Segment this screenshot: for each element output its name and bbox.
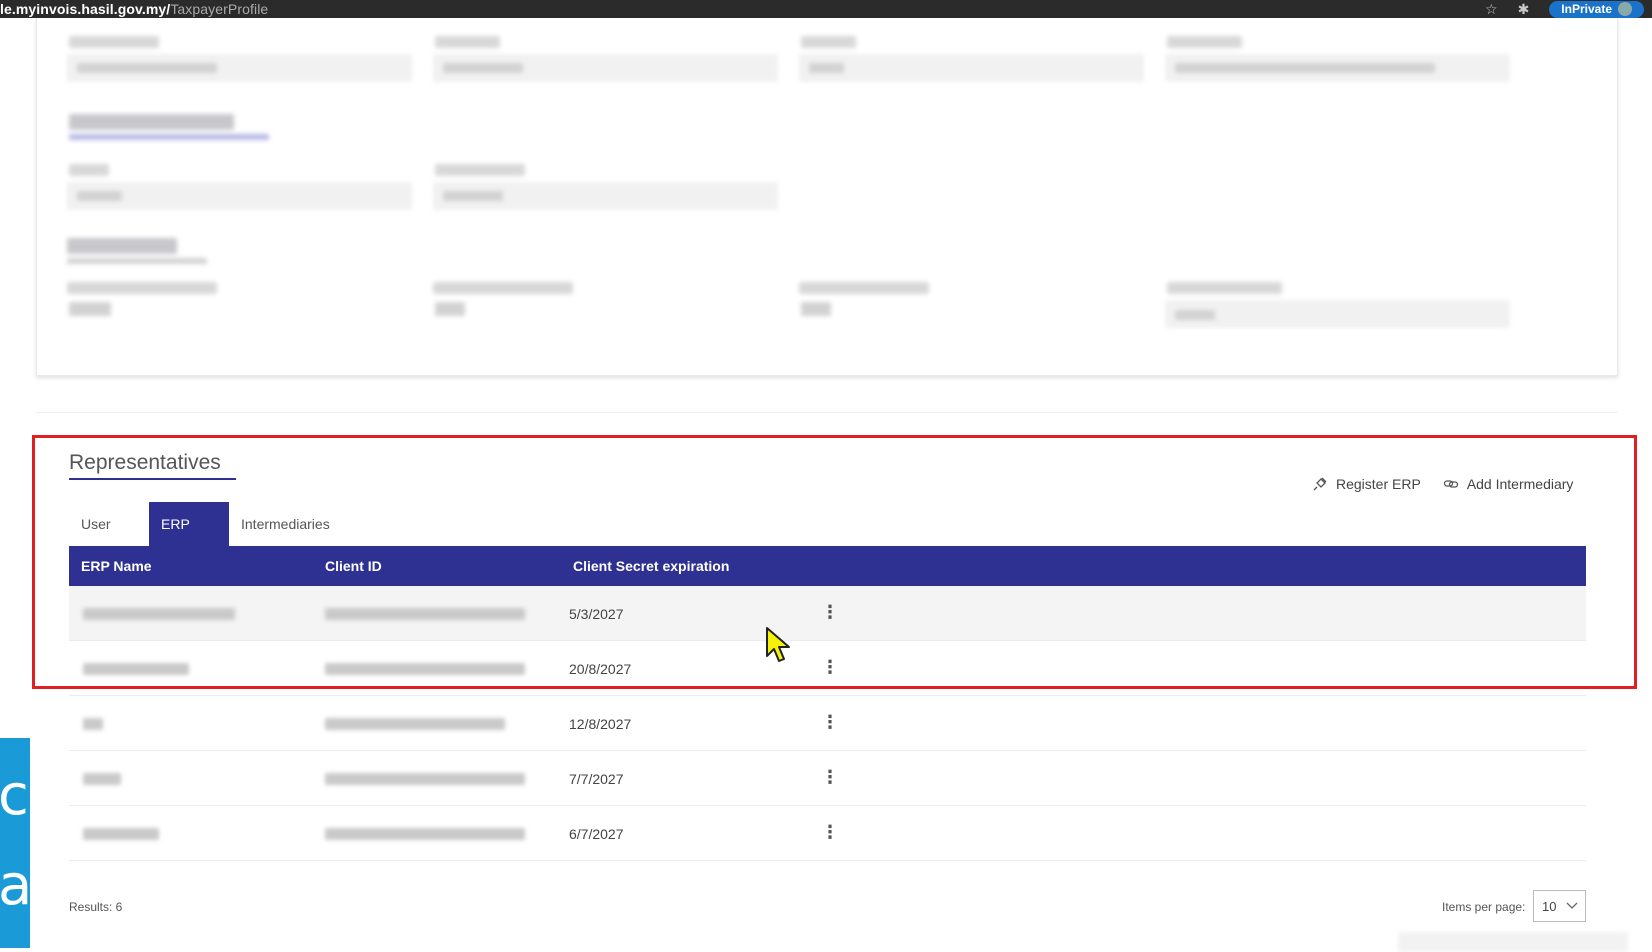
representatives-title-underline: [69, 478, 236, 480]
erp-table: ERP Name Client ID Client Secret expirat…: [69, 546, 1586, 861]
results-count: Results: 6: [69, 900, 123, 914]
tab-intermediaries[interactable]: Intermediaries: [229, 502, 349, 546]
expiration-cell: 20/8/2027: [569, 661, 632, 677]
representatives-title: Representatives: [69, 451, 221, 474]
items-per-page-value: 10: [1542, 898, 1557, 914]
blurred-value: [435, 302, 465, 316]
blurred-value: [801, 302, 831, 316]
expiration-cell: 5/3/2027: [569, 606, 624, 622]
left-accent-strip: c a: [0, 738, 30, 948]
table-row[interactable]: 12/8/2027 ⋮: [69, 696, 1586, 751]
profile-avatar-icon: [1618, 2, 1632, 16]
header-client-secret-expiration[interactable]: Client Secret expiration: [573, 558, 729, 574]
expiration-cell: 12/8/2027: [569, 716, 632, 732]
blurred-label: [69, 36, 159, 48]
blurred-label: [69, 164, 109, 176]
blurred-value: [77, 63, 217, 73]
table-row[interactable]: 5/3/2027 ⋮: [69, 586, 1586, 641]
header-client-id[interactable]: Client ID: [325, 558, 382, 574]
erp-name-cell: [83, 663, 189, 675]
row-menu-icon[interactable]: ⋮: [821, 603, 839, 621]
erp-name-cell: [83, 773, 121, 785]
blurred-label: [67, 282, 217, 294]
header-erp-name[interactable]: ERP Name: [81, 558, 152, 574]
mouse-cursor-icon: [766, 627, 790, 662]
tab-user[interactable]: User: [69, 502, 149, 546]
row-menu-icon[interactable]: ⋮: [821, 713, 839, 731]
blurred-footer-element: [1398, 932, 1628, 952]
erp-name-cell: [83, 828, 159, 840]
tab-erp[interactable]: ERP: [149, 502, 229, 546]
blurred-value: [443, 63, 523, 73]
blurred-label: [801, 36, 856, 48]
accent-letter-a: a: [0, 853, 30, 918]
client-id-cell: [325, 773, 525, 785]
plug-icon: [1313, 477, 1327, 491]
representatives-tabs: User ERP Intermediaries: [69, 502, 349, 546]
url-host: le.myinvois.hasil.gov.my/: [0, 1, 171, 17]
erp-name-cell: [83, 718, 103, 730]
blurred-label: [1167, 282, 1282, 294]
blurred-label: [435, 36, 500, 48]
register-erp-label: Register ERP: [1336, 476, 1421, 492]
client-id-cell: [325, 608, 525, 620]
inprivate-badge[interactable]: InPrivate: [1549, 0, 1644, 18]
erp-table-header: ERP Name Client ID Client Secret expirat…: [69, 546, 1586, 586]
url-text[interactable]: le.myinvois.hasil.gov.my/TaxpayerProfile: [0, 1, 268, 17]
representatives-actions: Register ERP Add Intermediary: [1312, 476, 1573, 492]
chevron-down-icon: [1567, 902, 1578, 909]
row-menu-icon[interactable]: ⋮: [821, 768, 839, 786]
blurred-value: [1175, 310, 1215, 320]
row-menu-icon[interactable]: ⋮: [821, 658, 839, 676]
blurred-section-underline: [69, 134, 269, 140]
erp-name-cell: [83, 608, 235, 620]
expiration-cell: 7/7/2027: [569, 771, 624, 787]
accent-letter-c: c: [0, 763, 29, 828]
blurred-label: [433, 282, 573, 294]
blurred-value: [69, 302, 111, 316]
favorites-list-icon[interactable]: ✱: [1518, 1, 1530, 18]
table-row[interactable]: 20/8/2027 ⋮: [69, 641, 1586, 696]
items-per-page-label: Items per page:: [1442, 900, 1526, 914]
blurred-section-title: [69, 114, 234, 130]
blurred-field: [799, 54, 1144, 82]
row-menu-icon[interactable]: ⋮: [821, 823, 839, 841]
items-per-page-select[interactable]: 10: [1533, 890, 1586, 922]
blurred-field: [1165, 300, 1510, 328]
blurred-section-title: [67, 238, 177, 254]
register-erp-button[interactable]: Register ERP: [1312, 476, 1421, 492]
add-intermediary-button[interactable]: Add Intermediary: [1443, 476, 1574, 492]
taxpayer-profile-card: [36, 18, 1618, 376]
table-row[interactable]: 7/7/2027 ⋮: [69, 751, 1586, 806]
blurred-value: [1175, 63, 1435, 73]
add-intermediary-label: Add Intermediary: [1466, 476, 1574, 492]
blurred-section-underline: [67, 258, 207, 264]
blurred-label: [1167, 36, 1242, 48]
blurred-label: [799, 282, 929, 294]
favorite-star-icon[interactable]: ☆: [1485, 1, 1498, 18]
table-row[interactable]: 6/7/2027 ⋮: [69, 806, 1586, 861]
blurred-value: [809, 63, 844, 73]
url-path: TaxpayerProfile: [170, 1, 269, 17]
link-icon: [1443, 480, 1458, 488]
blurred-label: [435, 164, 525, 176]
client-id-cell: [325, 828, 525, 840]
client-id-cell: [325, 663, 525, 675]
inprivate-label: InPrivate: [1561, 2, 1612, 16]
browser-address-bar[interactable]: le.myinvois.hasil.gov.my/TaxpayerProfile…: [0, 0, 1652, 18]
blurred-value: [77, 191, 122, 201]
expiration-cell: 6/7/2027: [569, 826, 624, 842]
blurred-value: [443, 191, 503, 201]
client-id-cell: [325, 718, 505, 730]
